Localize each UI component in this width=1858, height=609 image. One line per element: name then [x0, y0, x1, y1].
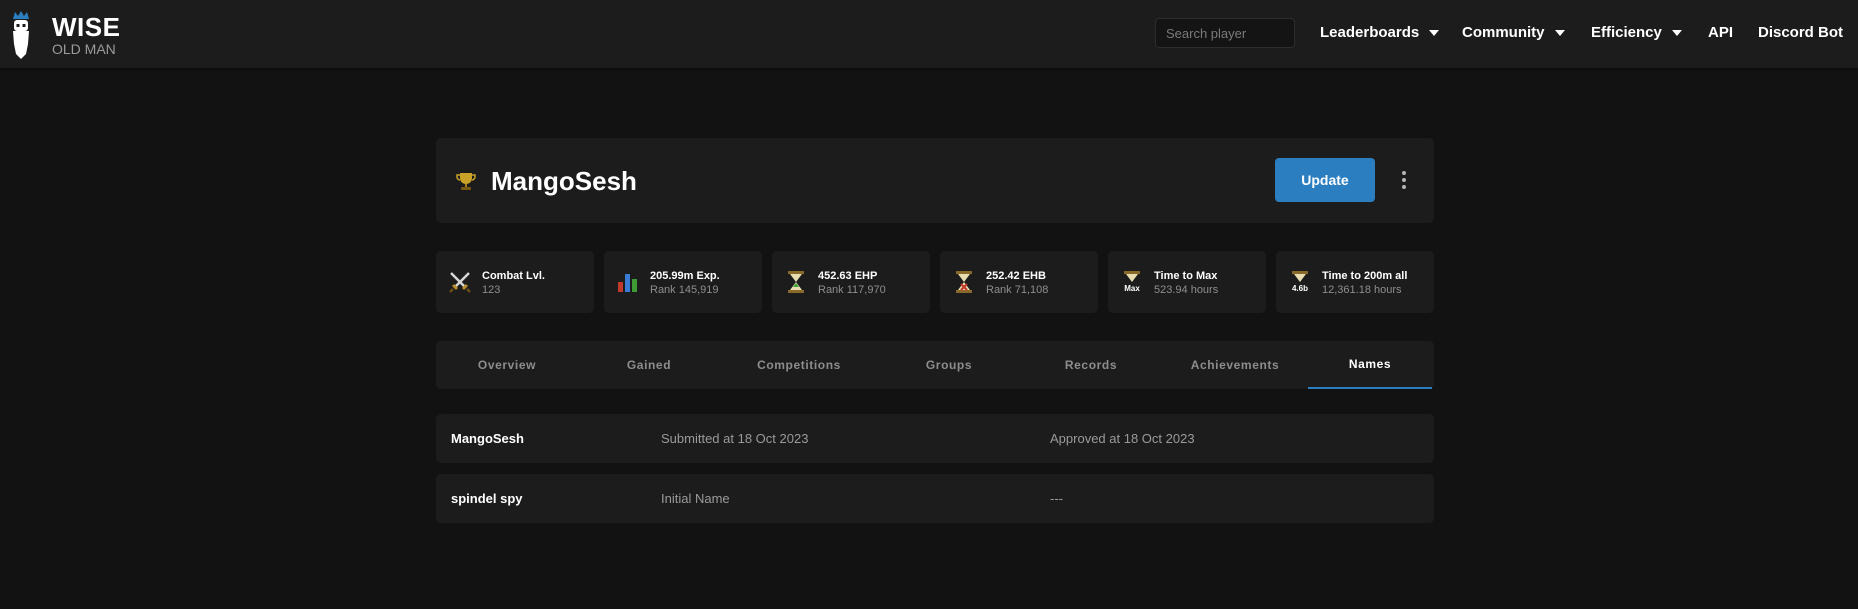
stat-label: 252.42 EHB — [986, 270, 1046, 282]
stat-card-experience: 205.99m Exp. Rank 145,919 — [604, 251, 762, 313]
table-row: spindel spy Initial Name --- — [436, 474, 1434, 523]
hourglass-skill-icon — [788, 271, 804, 293]
nav-leaderboards[interactable]: Leaderboards — [1320, 24, 1440, 41]
nav-community-label: Community — [1462, 24, 1545, 41]
wise-old-man-logo-icon — [13, 11, 29, 59]
tab-names[interactable]: Names — [1308, 341, 1432, 389]
crossed-swords-icon — [449, 272, 471, 293]
tab-groups[interactable]: Groups — [878, 341, 1020, 389]
table-row: MangoSesh Submitted at 18 Oct 2023 Appro… — [436, 414, 1434, 463]
tab-records[interactable]: Records — [1020, 341, 1162, 389]
approved-cell: --- — [1050, 491, 1063, 506]
brand-title: WISE — [52, 12, 121, 42]
name-cell: spindel spy — [451, 491, 523, 506]
submitted-cell: Initial Name — [661, 491, 730, 506]
brand-subtitle: OLD MAN — [52, 41, 116, 57]
hourglass-badge: 4.6b — [1292, 284, 1308, 293]
chevron-down-icon — [1429, 29, 1440, 36]
stat-value: Rank 117,970 — [818, 284, 886, 296]
nav-api[interactable]: API — [1708, 24, 1733, 41]
nav-discord-bot[interactable]: Discord Bot — [1758, 24, 1843, 41]
tab-overview[interactable]: Overview — [436, 341, 578, 389]
hourglass-badge: Max — [1124, 284, 1140, 293]
chevron-down-icon — [1554, 29, 1565, 36]
tab-achievements[interactable]: Achievements — [1162, 341, 1308, 389]
stat-card-time-to-200m: 4.6b Time to 200m all 12,361.18 hours — [1276, 251, 1434, 313]
hourglass-max-icon: Max — [1124, 271, 1140, 293]
approved-cell: Approved at 18 Oct 2023 — [1050, 431, 1195, 446]
stat-label: 205.99m Exp. — [650, 270, 720, 282]
top-navbar: WISE OLD MAN Leaderboards Community Effi… — [0, 0, 1858, 68]
nav-community[interactable]: Community — [1462, 24, 1565, 41]
chevron-down-icon — [1671, 29, 1682, 36]
stat-value: 12,361.18 hours — [1322, 284, 1402, 296]
stat-value: 523.94 hours — [1154, 284, 1219, 296]
hourglass-boss-icon — [956, 271, 972, 293]
site-logo-link[interactable]: WISE OLD MAN — [10, 10, 120, 60]
trophy-icon — [456, 173, 476, 190]
stat-label: Time to 200m all — [1322, 270, 1408, 282]
stat-label: Combat Lvl. — [482, 270, 545, 282]
nav-api-label: API — [1708, 24, 1734, 41]
search-player-input[interactable] — [1155, 18, 1295, 48]
stat-value: 123 — [482, 284, 501, 296]
stat-card-ehp: 452.63 EHP Rank 117,970 — [772, 251, 930, 313]
stat-value: Rank 145,919 — [650, 284, 719, 296]
submitted-cell: Submitted at 18 Oct 2023 — [661, 431, 809, 446]
stat-label: 452.63 EHP — [818, 270, 878, 282]
stat-card-time-to-max: Max Time to Max 523.94 hours — [1108, 251, 1266, 313]
nav-efficiency[interactable]: Efficiency — [1591, 24, 1682, 41]
nav-leaderboards-label: Leaderboards — [1320, 24, 1420, 41]
name-cell: MangoSesh — [451, 431, 524, 446]
stat-card-ehb: 252.42 EHB Rank 71,108 — [940, 251, 1098, 313]
player-header-card: MangoSesh Update — [436, 138, 1434, 223]
stat-label: Time to Max — [1154, 270, 1218, 282]
tab-competitions[interactable]: Competitions — [720, 341, 878, 389]
nav-discord-bot-label: Discord Bot — [1758, 24, 1844, 41]
profile-tabs: Overview Gained Competitions Groups Reco… — [436, 341, 1434, 389]
more-options-icon[interactable] — [1398, 168, 1410, 192]
update-button[interactable]: Update — [1275, 158, 1375, 202]
tab-gained[interactable]: Gained — [578, 341, 720, 389]
nav-efficiency-label: Efficiency — [1591, 24, 1662, 41]
bar-chart-icon — [618, 274, 637, 292]
player-name: MangoSesh — [491, 166, 637, 196]
stat-card-combat: Combat Lvl. 123 — [436, 251, 594, 313]
hourglass-200m-icon: 4.6b — [1292, 271, 1308, 293]
stat-value: Rank 71,108 — [986, 284, 1049, 296]
